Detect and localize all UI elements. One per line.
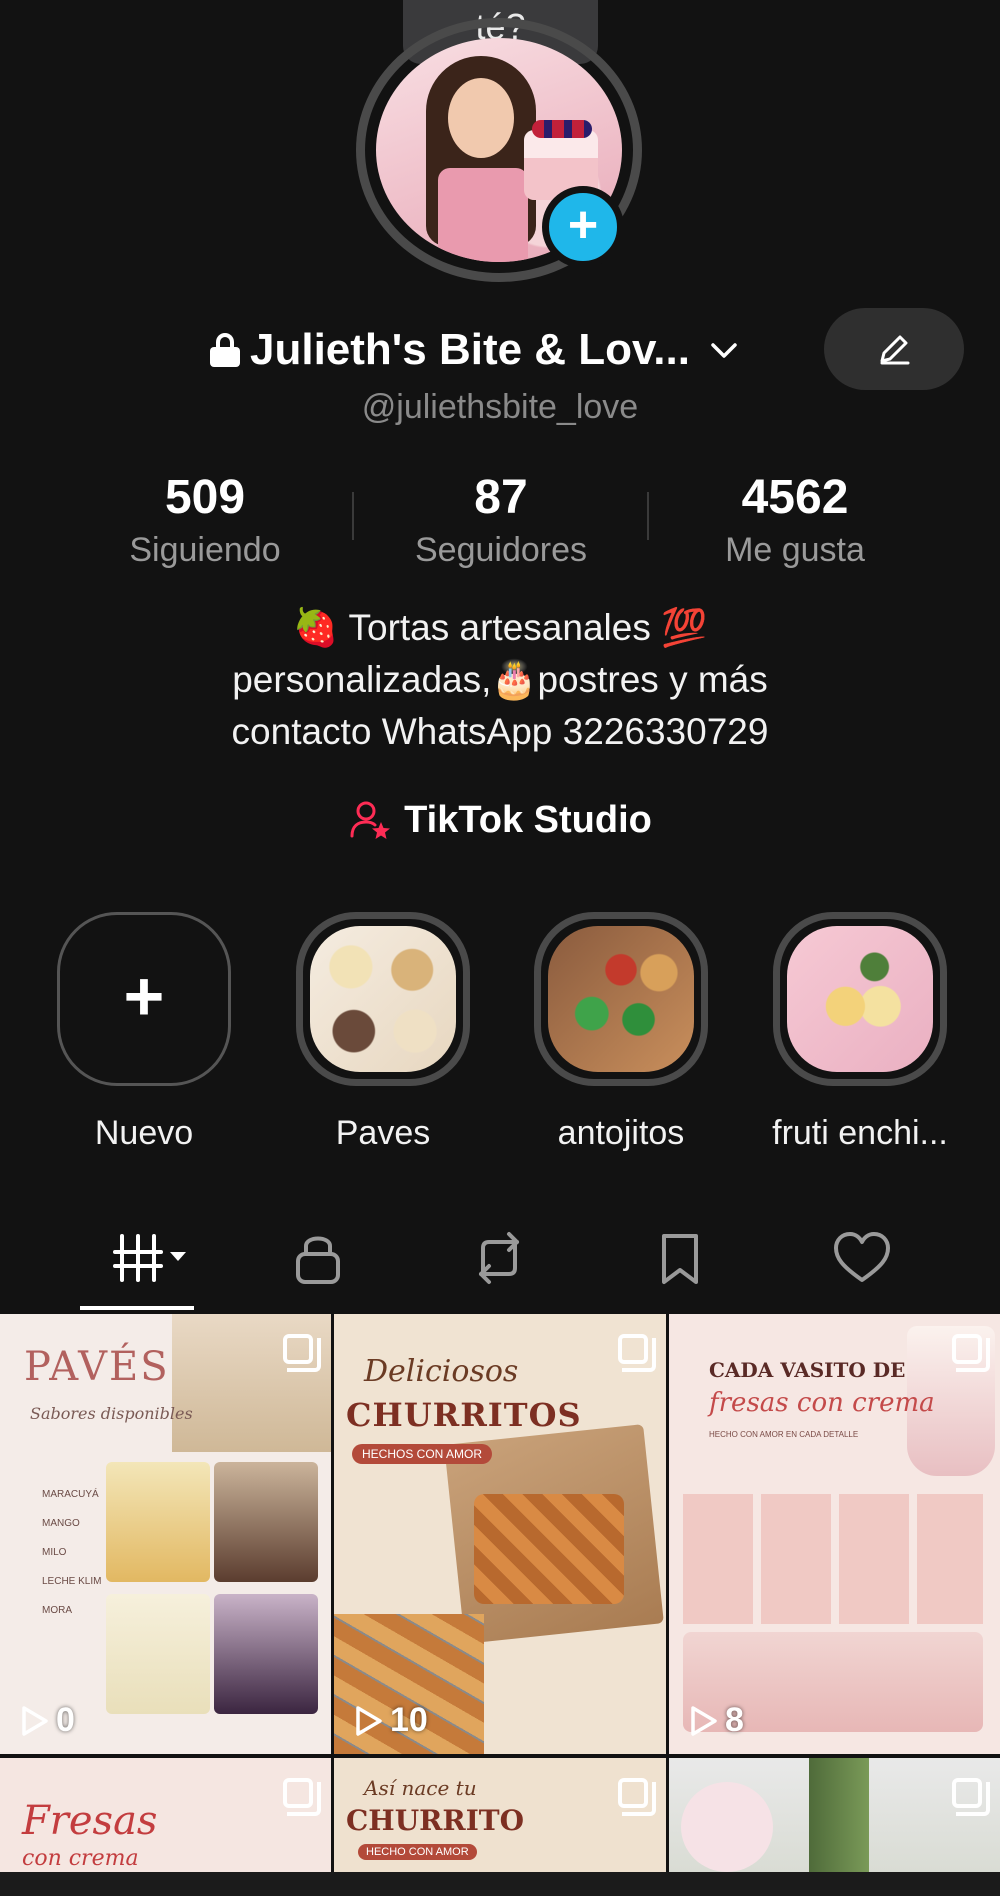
play-icon xyxy=(22,1705,48,1736)
video-tile[interactable]: Deliciosos CHURRITOS HECHOS CON AMOR 10 xyxy=(334,1314,666,1754)
tile-subtitle: con crema xyxy=(22,1846,139,1871)
edit-profile-button[interactable] xyxy=(824,308,964,390)
tile-tag: HECHO CON AMOR EN CADA DETALLE xyxy=(709,1430,859,1439)
view-count: 0 xyxy=(20,1701,75,1740)
stat-likes[interactable]: 4562 Me gusta xyxy=(665,470,925,574)
tile-tag: HECHO CON AMOR xyxy=(358,1844,477,1860)
highlight-fruti[interactable]: fruti enchi... xyxy=(760,912,960,1153)
tile-title: Fresas xyxy=(22,1798,158,1844)
profile-handle: @juliethsbite_love xyxy=(361,388,639,426)
stat-divider xyxy=(352,492,354,540)
add-avatar-button[interactable]: + xyxy=(542,186,624,268)
bottom-navigation-bar xyxy=(0,1872,1000,1896)
tile-title: CHURRITO xyxy=(346,1804,525,1837)
tab-reposts[interactable] xyxy=(449,1218,549,1298)
multi-photo-icon xyxy=(952,1778,990,1816)
profile-bio[interactable]: 🍓 Tortas artesanales 💯 personalizadas,🎂p… xyxy=(0,602,1000,758)
highlights-row: + Nuevo Paves antojitos fruti enchi... xyxy=(0,912,1000,1152)
pencil-icon xyxy=(880,335,910,365)
tile-subtitle: fresas con crema xyxy=(709,1388,935,1418)
heart-icon xyxy=(834,1232,890,1282)
stat-divider xyxy=(647,492,649,540)
stat-following[interactable]: 509 Siguiendo xyxy=(75,470,335,574)
highlight-thumbnail xyxy=(534,912,708,1086)
highlight-thumbnail xyxy=(296,912,470,1086)
flavor-list: MARACUYÁ MANGO MILO LECHE KLIM MORA xyxy=(42,1489,102,1616)
profile-name-row[interactable]: Julieth's Bite & Lov... xyxy=(210,322,742,378)
tile-title: CHURRITOS xyxy=(346,1396,582,1434)
tab-videos[interactable] xyxy=(92,1218,202,1298)
video-tile[interactable]: CADA VASITO DE fresas con crema HECHO CO… xyxy=(669,1314,1000,1754)
lock-icon xyxy=(210,333,240,367)
multi-photo-icon xyxy=(283,1778,321,1816)
bio-line: personalizadas,🎂postres y más xyxy=(232,659,768,700)
tile-subtitle: Así nace tu xyxy=(364,1776,477,1800)
tile-title: PAVÉS xyxy=(24,1344,170,1390)
studio-label: TikTok Studio xyxy=(404,798,652,841)
tile-title: CADA VASITO DE xyxy=(709,1358,906,1382)
bio-line: 🍓 Tortas artesanales 💯 xyxy=(292,607,708,648)
highlight-new[interactable]: + Nuevo xyxy=(44,912,244,1153)
videos-grid-icon xyxy=(113,1234,186,1282)
video-grid: PAVÉS Sabores disponibles MARACUYÁ MANGO M… xyxy=(0,1314,1000,1896)
bio-line: contacto WhatsApp 3226330729 xyxy=(231,711,769,752)
highlight-new-circle: + xyxy=(57,912,231,1086)
tile-subtitle: Deliciosos xyxy=(364,1354,519,1389)
tab-liked[interactable] xyxy=(812,1218,912,1298)
tile-tag: HECHOS CON AMOR xyxy=(352,1444,493,1464)
video-tile[interactable]: PAVÉS Sabores disponibles MARACUYÁ MANGO M… xyxy=(0,1314,331,1754)
repost-icon xyxy=(479,1232,519,1284)
tiktok-studio-link[interactable]: TikTok Studio xyxy=(0,798,1000,842)
tile-subtitle: Sabores disponibles xyxy=(30,1404,193,1423)
bookmark-icon xyxy=(662,1234,698,1284)
plus-icon: + xyxy=(123,957,165,1035)
view-count: 8 xyxy=(689,1701,744,1740)
lock-icon xyxy=(296,1236,340,1284)
multi-photo-icon xyxy=(283,1334,321,1372)
tab-private[interactable] xyxy=(268,1218,368,1298)
stat-followers[interactable]: 87 Seguidores xyxy=(371,470,631,574)
tab-saved[interactable] xyxy=(630,1218,730,1298)
video-tile[interactable]: Así nace tu CHURRITO HECHO CON AMOR xyxy=(334,1758,666,1872)
display-name: Julieth's Bite & Lov... xyxy=(250,325,690,374)
multi-photo-icon xyxy=(618,1334,656,1372)
studio-person-star-icon xyxy=(350,801,391,839)
multi-photo-icon xyxy=(952,1334,990,1372)
profile-tabs xyxy=(0,1218,1000,1308)
highlight-antojitos[interactable]: antojitos xyxy=(521,912,721,1153)
chevron-down-icon[interactable] xyxy=(706,332,742,368)
video-tile[interactable]: Fresas con crema xyxy=(0,1758,331,1872)
play-icon xyxy=(691,1705,717,1736)
profile-stats: 509 Siguiendo 87 Seguidores 4562 Me gust… xyxy=(0,470,1000,580)
view-count: 10 xyxy=(354,1701,428,1740)
play-icon xyxy=(356,1705,382,1736)
video-tile[interactable] xyxy=(669,1758,1000,1872)
multi-photo-icon xyxy=(618,1778,656,1816)
plus-icon: + xyxy=(567,196,599,254)
highlight-paves[interactable]: Paves xyxy=(283,912,483,1153)
highlight-thumbnail xyxy=(773,912,947,1086)
active-tab-indicator xyxy=(80,1306,194,1310)
